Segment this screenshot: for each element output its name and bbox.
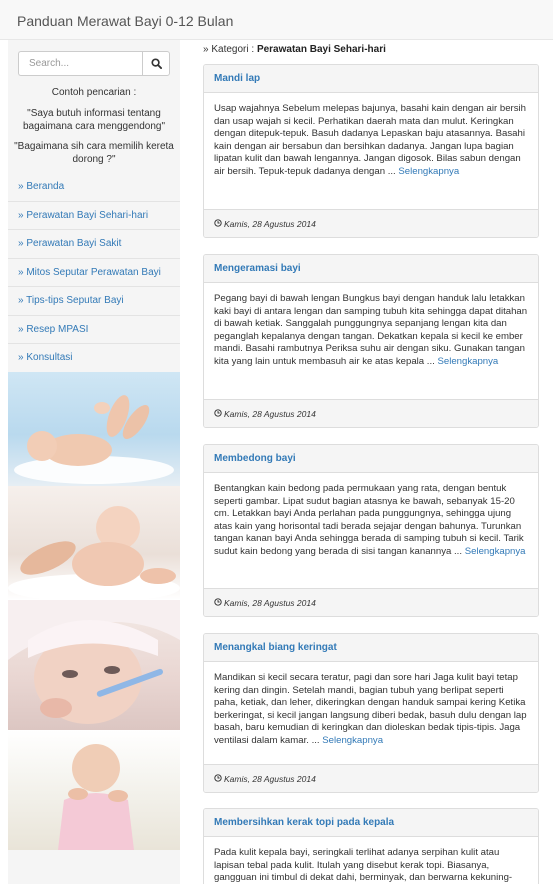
baby-photo-sitting bbox=[8, 730, 180, 850]
article-footer: Kamis, 28 Agustus 2014 bbox=[204, 209, 538, 237]
sidebar: Contoh pencarian : "Saya butuh informasi… bbox=[8, 40, 180, 884]
article-heading: Membersihkan kerak topi pada kepala bbox=[204, 809, 538, 837]
article-date: Kamis, 28 Agustus 2014 bbox=[224, 774, 316, 784]
article-title-link[interactable]: Menangkal biang keringat bbox=[214, 642, 337, 653]
article-excerpt-text: Usap wajahnya Sebelum melepas bajunya, b… bbox=[214, 103, 526, 177]
search-button[interactable] bbox=[142, 51, 170, 76]
clock-icon bbox=[214, 409, 222, 417]
read-more-link[interactable]: Selengkapnya bbox=[437, 356, 498, 367]
brand-title[interactable]: Panduan Merawat Bayi 0-12 Bulan bbox=[17, 13, 233, 29]
search-examples: Contoh pencarian : "Saya butuh informasi… bbox=[8, 86, 180, 173]
article-footer: Kamis, 28 Agustus 2014 bbox=[204, 588, 538, 616]
article-title-link[interactable]: Membedong bayi bbox=[214, 453, 296, 464]
sidebar-item-label[interactable]: » Tips-tips Seputar Bayi bbox=[18, 295, 124, 306]
breadcrumb-category: Perawatan Bayi Sehari-hari bbox=[256, 44, 386, 55]
article-title-link[interactable]: Mengeramasi bayi bbox=[214, 263, 301, 274]
clock-icon bbox=[214, 598, 222, 606]
search-example: "Saya butuh informasi tentang bagaimana … bbox=[23, 108, 165, 132]
baby-photo-thermometer bbox=[8, 600, 180, 730]
sidebar-item-label[interactable]: » Perawatan Bayi Sakit bbox=[18, 238, 121, 249]
article-panel: Membedong bayi Bentangkan kain bedong pa… bbox=[203, 444, 539, 617]
article-excerpt-text: Pada kulit kepala bayi, seringkali terli… bbox=[214, 847, 513, 883]
article-footer: Kamis, 28 Agustus 2014 bbox=[204, 764, 538, 792]
article-excerpt: Bentangkan kain bedong pada permukaan ya… bbox=[204, 473, 538, 558]
search-hint-title: Contoh pencarian : bbox=[51, 87, 137, 98]
breadcrumb-prefix: » Kategori : bbox=[203, 44, 255, 55]
article-heading: Membedong bayi bbox=[204, 445, 538, 473]
article-panel: Mengeramasi bayi Pegang bayi di bawah le… bbox=[203, 254, 539, 428]
article-panel: Menangkal biang keringat Mandikan si kec… bbox=[203, 633, 539, 793]
sidebar-item-perawatan-sakit[interactable]: » Perawatan Bayi Sakit bbox=[8, 230, 180, 259]
article-panel: Membersihkan kerak topi pada kepala Pada… bbox=[203, 808, 539, 884]
search-example: "Bagaimana sih cara memilih kereta doron… bbox=[14, 141, 174, 165]
article-heading: Menangkal biang keringat bbox=[204, 634, 538, 662]
sidebar-item-label[interactable]: » Beranda bbox=[18, 181, 64, 192]
sidebar-item-label[interactable]: » Konsultasi bbox=[18, 352, 72, 363]
baby-photo-lying bbox=[8, 372, 180, 486]
clock-icon bbox=[214, 219, 222, 227]
sidebar-item-label[interactable]: » Mitos Seputar Perawatan Bayi bbox=[18, 267, 161, 278]
sidebar-item-tips[interactable]: » Tips-tips Seputar Bayi bbox=[8, 287, 180, 316]
sidebar-menu: » Beranda » Perawatan Bayi Sehari-hari »… bbox=[8, 173, 180, 373]
article-date: Kamis, 28 Agustus 2014 bbox=[224, 409, 316, 419]
read-more-link[interactable]: Selengkapnya bbox=[465, 546, 526, 557]
baby-photo-massage bbox=[8, 486, 180, 600]
article-date: Kamis, 28 Agustus 2014 bbox=[224, 598, 316, 608]
search-input[interactable] bbox=[18, 51, 142, 76]
breadcrumb: » Kategori : Perawatan Bayi Sehari-hari bbox=[203, 44, 386, 55]
article-excerpt: Pada kulit kepala bayi, seringkali terli… bbox=[204, 837, 538, 884]
sidebar-item-mitos[interactable]: » Mitos Seputar Perawatan Bayi bbox=[8, 259, 180, 287]
sidebar-item-resep-mpasi[interactable]: » Resep MPASI bbox=[8, 316, 180, 344]
article-date: Kamis, 28 Agustus 2014 bbox=[224, 219, 316, 229]
article-title-link[interactable]: Membersihkan kerak topi pada kepala bbox=[214, 817, 394, 828]
article-title-link[interactable]: Mandi lap bbox=[214, 73, 260, 84]
article-excerpt: Usap wajahnya Sebelum melepas bajunya, b… bbox=[204, 93, 538, 178]
search-form bbox=[18, 51, 170, 76]
search-icon bbox=[150, 58, 162, 69]
article-excerpt: Mandikan si kecil secara teratur, pagi d… bbox=[204, 662, 538, 747]
read-more-link[interactable]: Selengkapnya bbox=[322, 735, 383, 746]
article-panel: Mandi lap Usap wajahnya Sebelum melepas … bbox=[203, 64, 539, 238]
article-footer: Kamis, 28 Agustus 2014 bbox=[204, 399, 538, 427]
read-more-link[interactable]: Selengkapnya bbox=[398, 166, 459, 177]
clock-icon bbox=[214, 774, 222, 782]
sidebar-item-label[interactable]: » Perawatan Bayi Sehari-hari bbox=[18, 210, 148, 221]
sidebar-item-beranda[interactable]: » Beranda bbox=[8, 173, 180, 202]
article-heading: Mandi lap bbox=[204, 65, 538, 93]
article-heading: Mengeramasi bayi bbox=[204, 255, 538, 283]
sidebar-item-konsultasi[interactable]: » Konsultasi bbox=[8, 344, 180, 373]
sidebar-item-label[interactable]: » Resep MPASI bbox=[18, 324, 88, 335]
navbar: Panduan Merawat Bayi 0-12 Bulan bbox=[0, 0, 553, 40]
article-excerpt: Pegang bayi di bawah lengan Bungkus bayi… bbox=[204, 283, 538, 368]
sidebar-item-perawatan-sehari-hari[interactable]: » Perawatan Bayi Sehari-hari bbox=[8, 202, 180, 230]
